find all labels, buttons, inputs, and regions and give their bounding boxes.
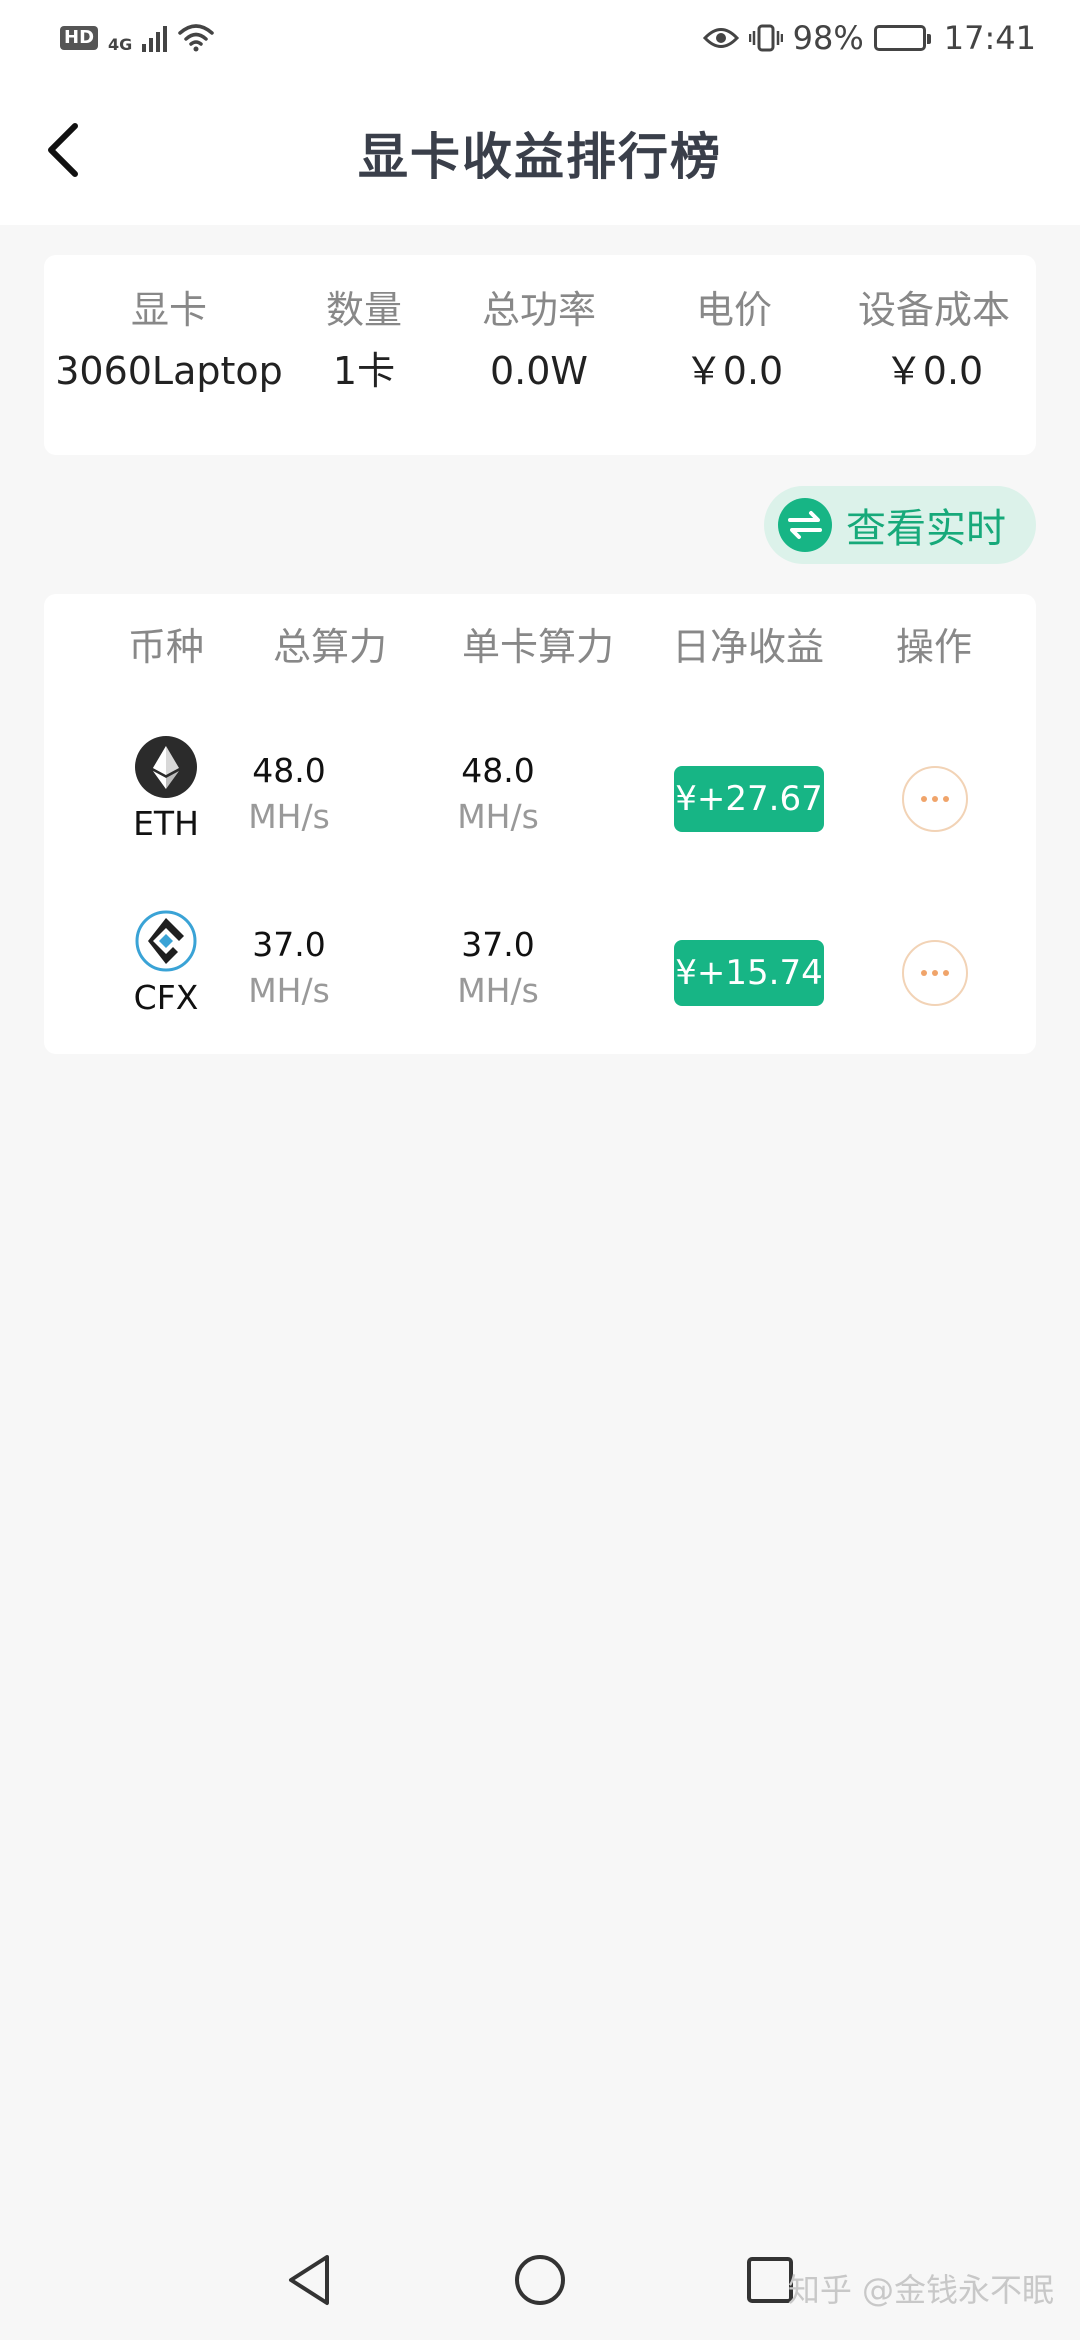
battery-icon <box>873 24 931 51</box>
column-header-card-hashrate: 单卡算力 <box>461 625 614 669</box>
system-nav-bar: 知乎 @金钱永不眠 <box>0 2215 1080 2340</box>
circle-home-icon <box>515 2255 565 2305</box>
more-dot <box>932 970 938 976</box>
summary-value: ￥0.0 <box>884 349 984 393</box>
card-hashrate-cell: 37.0 MH/s <box>413 922 583 1014</box>
more-options-button[interactable] <box>902 940 968 1006</box>
column-header-coin: 币种 <box>127 625 204 669</box>
card-hashrate-cell: 48.0 MH/s <box>413 748 583 840</box>
daily-profit-badge: ¥+15.74 <box>674 940 824 1006</box>
more-dot <box>921 970 927 976</box>
wifi-icon <box>178 23 215 51</box>
view-realtime-button[interactable]: 查看实时 <box>764 486 1036 564</box>
network-type: 4G <box>108 35 133 54</box>
summary-label: 设备成本 <box>857 288 1010 332</box>
summary-label: 总功率 <box>481 288 596 332</box>
summary-power: 总功率 0.0W <box>449 285 629 395</box>
total-hashrate-cell: 37.0 MH/s <box>204 922 374 1014</box>
column-header-daily-profit: 日净收益 <box>671 625 824 669</box>
column-header-total-hashrate: 总算力 <box>272 625 387 669</box>
vibrate-icon <box>748 24 783 51</box>
battery-percent: 98% <box>792 18 864 57</box>
daily-profit-badge: ¥+27.67 <box>674 766 824 832</box>
triangle-back-icon <box>289 2255 329 2305</box>
summary-label: 数量 <box>325 288 402 332</box>
summary-card: 显卡 3060Laptop 数量 1卡 总功率 0.0W 电价 ￥0.0 设备成… <box>44 255 1036 455</box>
card-hashrate-value: 37.0 <box>461 925 535 964</box>
summary-label: 电价 <box>695 288 772 332</box>
app-header: 显卡收益排行榜 <box>0 75 1080 225</box>
total-hashrate-value: 48.0 <box>252 751 326 790</box>
eth-logo-icon <box>135 736 197 798</box>
summary-gpu: 显卡 3060Laptop <box>54 285 284 395</box>
signal-icon <box>142 24 168 52</box>
card-hashrate-unit: MH/s <box>457 971 539 1010</box>
summary-value: ￥0.0 <box>684 349 784 393</box>
summary-electricity-price: 电价 ￥0.0 <box>644 285 824 395</box>
cfx-logo-icon <box>135 910 197 972</box>
total-hashrate-unit: MH/s <box>248 971 330 1010</box>
column-header-action: 操作 <box>895 625 972 669</box>
total-hashrate-unit: MH/s <box>248 797 330 836</box>
view-realtime-label: 查看实时 <box>846 506 1006 552</box>
summary-count: 数量 1卡 <box>294 285 434 395</box>
ranking-table: 币种 总算力 单卡算力 日净收益 操作 ETH 48.0 MH/s 48.0 M… <box>44 594 1036 1054</box>
page-title: 显卡收益排行榜 <box>358 128 722 186</box>
table-row[interactable]: ETH 48.0 MH/s 48.0 MH/s ¥+27.67 <box>44 736 1036 886</box>
total-hashrate-value: 37.0 <box>252 925 326 964</box>
table-row[interactable]: CFX 37.0 MH/s 37.0 MH/s ¥+15.74 <box>44 910 1036 1060</box>
hd-badge: HD <box>60 25 99 50</box>
summary-value: 3060Laptop <box>55 349 283 393</box>
status-left: HD 4G <box>60 21 215 54</box>
card-hashrate-value: 48.0 <box>461 751 535 790</box>
summary-label: 显卡 <box>130 288 207 332</box>
more-dot <box>943 796 949 802</box>
summary-value: 0.0W <box>489 349 588 393</box>
total-hashrate-cell: 48.0 MH/s <box>204 748 374 840</box>
nav-home-button[interactable] <box>505 2245 575 2315</box>
more-dot <box>932 796 938 802</box>
more-dot <box>921 796 927 802</box>
more-dot <box>943 970 949 976</box>
status-right: 98% 17:41 <box>702 18 1036 57</box>
clock: 17:41 <box>943 18 1036 57</box>
card-hashrate-unit: MH/s <box>457 797 539 836</box>
more-options-button[interactable] <box>902 766 968 832</box>
summary-value: 1卡 <box>332 349 396 393</box>
status-bar: HD 4G 98% 17:41 <box>0 0 1080 75</box>
swap-icon <box>778 498 832 552</box>
watermark: 知乎 @金钱永不眠 <box>787 2271 1054 2309</box>
nav-back-button[interactable] <box>275 2245 345 2315</box>
eye-icon <box>702 27 739 48</box>
summary-device-cost: 设备成本 ￥0.0 <box>839 285 1029 395</box>
